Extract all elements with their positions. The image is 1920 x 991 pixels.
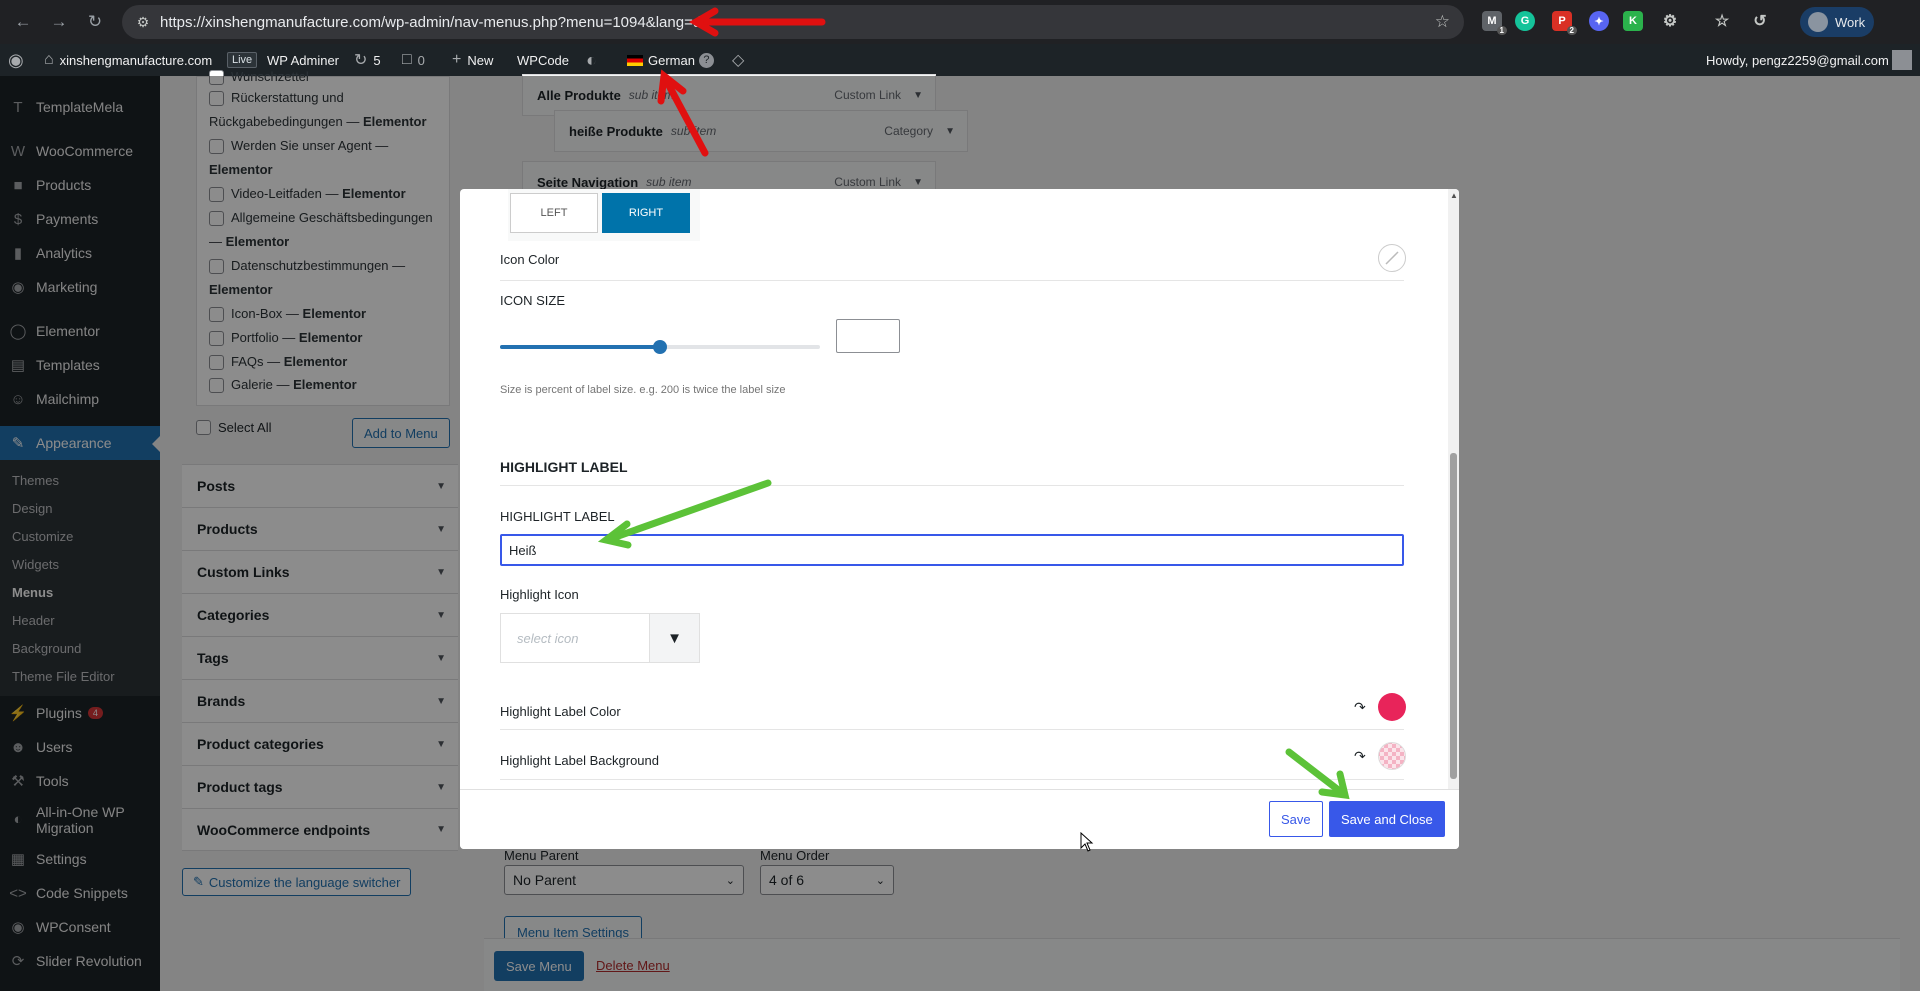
- red-arrow-url: [689, 7, 826, 37]
- green-arrow-label: [597, 479, 772, 549]
- green-arrow-save-close: [1285, 748, 1350, 800]
- mouse-cursor-icon: [1080, 832, 1094, 852]
- red-arrow-language: [657, 69, 709, 157]
- annotation-arrows: [597, 7, 1350, 800]
